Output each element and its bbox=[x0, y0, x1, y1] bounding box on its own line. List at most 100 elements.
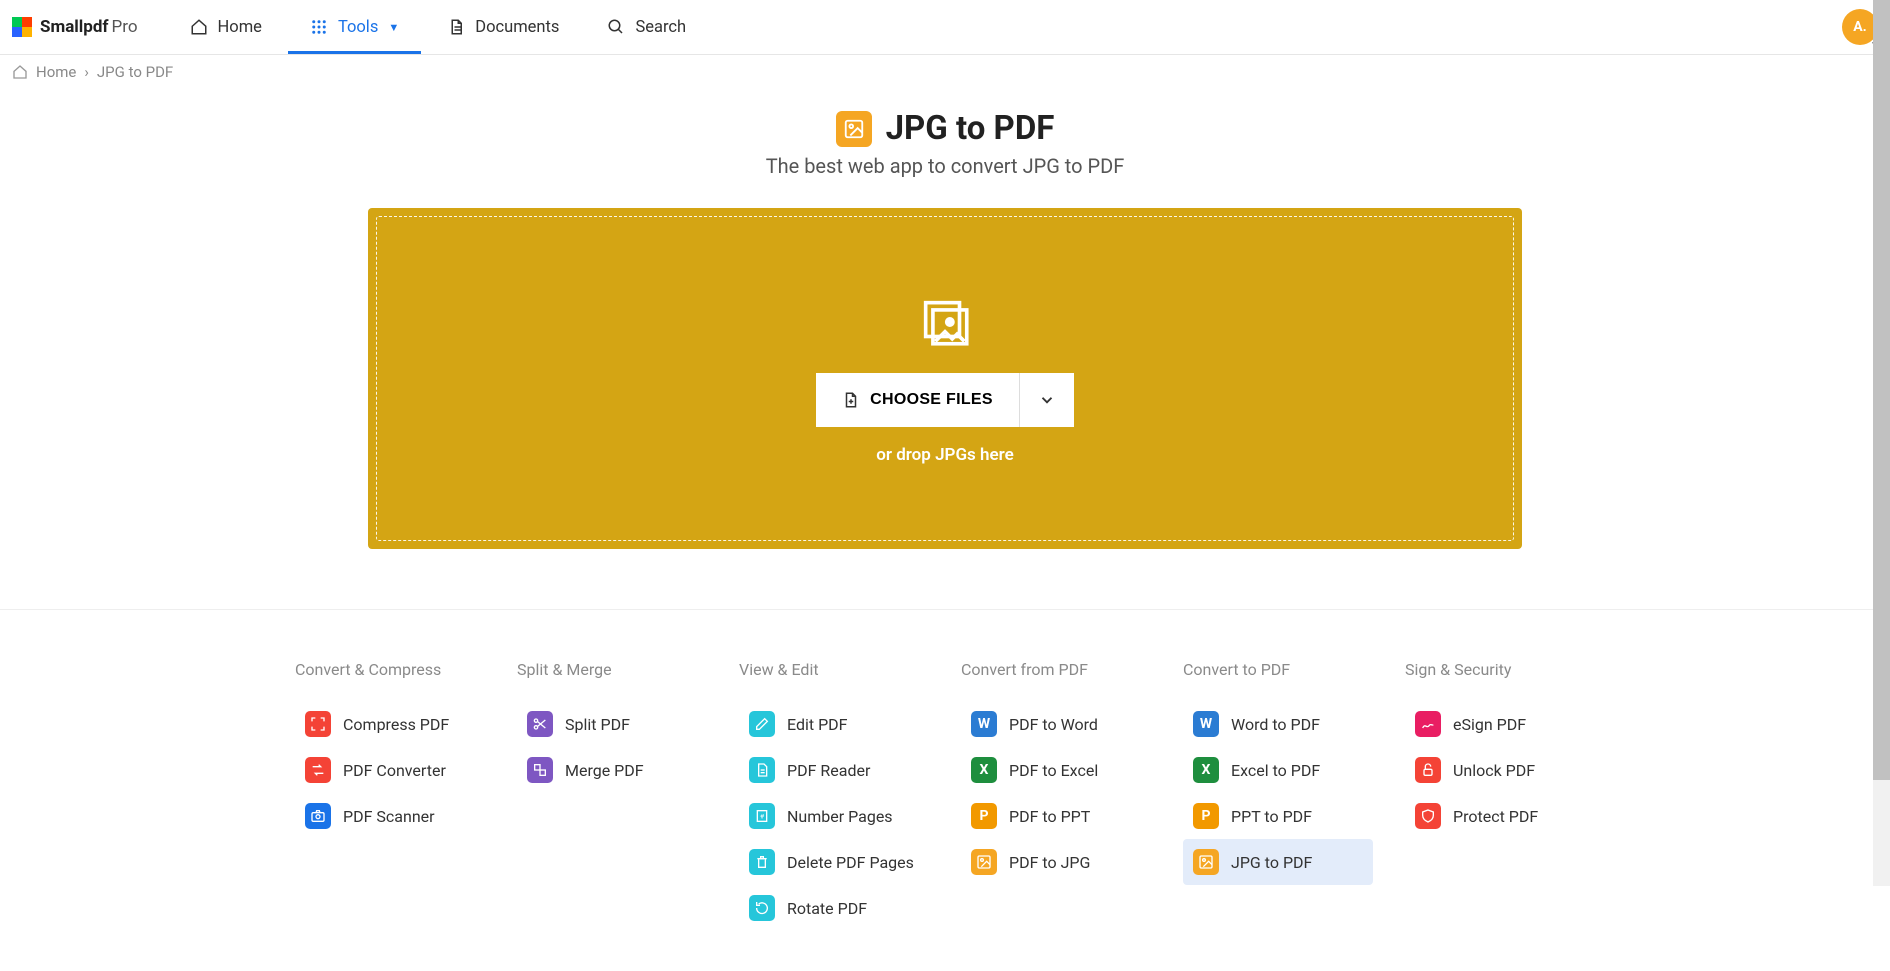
nav-tools-label: Tools bbox=[338, 18, 378, 37]
nav-documents[interactable]: Documents bbox=[423, 0, 583, 54]
tool-unlock-pdf[interactable]: Unlock PDF bbox=[1405, 747, 1595, 793]
tool-pdf-scanner[interactable]: PDF Scanner bbox=[295, 793, 485, 839]
brand-text: SmallpdfPro bbox=[40, 17, 138, 37]
breadcrumb: Home › JPG to PDF bbox=[0, 55, 1890, 89]
logo-icon bbox=[12, 17, 32, 37]
tools-column-sign-security: Sign & Security eSign PDF Unlock PDF Pro… bbox=[1405, 660, 1595, 931]
column-title: Split & Merge bbox=[517, 660, 707, 679]
file-plus-icon bbox=[842, 391, 860, 409]
tool-label: PDF Scanner bbox=[343, 807, 435, 826]
documents-icon bbox=[447, 18, 465, 36]
tool-label: PDF to Excel bbox=[1009, 761, 1098, 780]
tool-label: Split PDF bbox=[565, 715, 630, 734]
tools-grid: Convert & Compress Compress PDF PDF Conv… bbox=[255, 660, 1635, 931]
tool-esign-pdf[interactable]: eSign PDF bbox=[1405, 701, 1595, 747]
rotate-icon bbox=[749, 895, 775, 921]
primary-nav: Home Tools ▼ Documents Search bbox=[166, 0, 711, 54]
tool-compress-pdf[interactable]: Compress PDF bbox=[295, 701, 485, 747]
tool-pdf-reader[interactable]: PDF Reader bbox=[739, 747, 929, 793]
search-icon bbox=[607, 18, 625, 36]
nav-search-label: Search bbox=[635, 18, 686, 37]
breadcrumb-separator: › bbox=[84, 63, 89, 81]
tool-pdf-to-ppt[interactable]: P PDF to PPT bbox=[961, 793, 1151, 839]
choose-files-dropdown[interactable] bbox=[1020, 373, 1074, 427]
signature-icon bbox=[1415, 711, 1441, 737]
nav-home[interactable]: Home bbox=[166, 0, 286, 54]
column-title: Convert & Compress bbox=[295, 660, 485, 679]
chevron-down-icon bbox=[1038, 391, 1056, 409]
dropzone[interactable]: CHOOSE FILES or drop JPGs here bbox=[368, 208, 1522, 549]
tools-column-convert-from: Convert from PDF W PDF to Word X PDF to … bbox=[961, 660, 1151, 931]
tool-ppt-to-pdf[interactable]: P PPT to PDF bbox=[1183, 793, 1373, 839]
tools-column-view-edit: View & Edit Edit PDF PDF Reader # Number… bbox=[739, 660, 929, 931]
tool-pdf-converter[interactable]: PDF Converter bbox=[295, 747, 485, 793]
column-title: Sign & Security bbox=[1405, 660, 1595, 679]
nav-search[interactable]: Search bbox=[583, 0, 710, 54]
page-title-row: JPG to PDF bbox=[0, 109, 1890, 148]
number-icon: # bbox=[749, 803, 775, 829]
dropzone-inner: CHOOSE FILES or drop JPGs here bbox=[376, 216, 1514, 541]
tool-excel-to-pdf[interactable]: X Excel to PDF bbox=[1183, 747, 1373, 793]
word-icon: W bbox=[971, 711, 997, 737]
brand-name: Smallpdf bbox=[40, 17, 109, 37]
avatar-initials: A. bbox=[1853, 19, 1866, 35]
chevron-down-icon: ▼ bbox=[388, 21, 399, 34]
tools-column-split-merge: Split & Merge Split PDF Merge PDF bbox=[517, 660, 707, 931]
tool-label: Edit PDF bbox=[787, 715, 848, 734]
breadcrumb-home[interactable]: Home bbox=[36, 63, 76, 81]
tool-number-pages[interactable]: # Number Pages bbox=[739, 793, 929, 839]
choose-files-button[interactable]: CHOOSE FILES bbox=[816, 373, 1020, 427]
drop-hint: or drop JPGs here bbox=[876, 445, 1014, 465]
tool-label: PDF to PPT bbox=[1009, 807, 1090, 826]
tool-jpg-to-pdf[interactable]: JPG to PDF bbox=[1183, 839, 1373, 885]
column-title: Convert from PDF bbox=[961, 660, 1151, 679]
column-title: View & Edit bbox=[739, 660, 929, 679]
tool-label: Word to PDF bbox=[1231, 715, 1320, 734]
nav-documents-label: Documents bbox=[475, 18, 559, 37]
ppt-icon: P bbox=[971, 803, 997, 829]
images-stack-icon bbox=[916, 293, 974, 355]
page-title: JPG to PDF bbox=[886, 109, 1055, 148]
word-icon: W bbox=[1193, 711, 1219, 737]
tool-protect-pdf[interactable]: Protect PDF bbox=[1405, 793, 1595, 839]
tool-rotate-pdf[interactable]: Rotate PDF bbox=[739, 885, 929, 931]
scrollbar-thumb[interactable] bbox=[1873, 0, 1890, 780]
tool-pdf-to-excel[interactable]: X PDF to Excel bbox=[961, 747, 1151, 793]
tool-label: PDF to Word bbox=[1009, 715, 1098, 734]
tool-pdf-to-jpg[interactable]: PDF to JPG bbox=[961, 839, 1151, 885]
column-title: Convert to PDF bbox=[1183, 660, 1373, 679]
brand-tier: Pro bbox=[112, 17, 138, 37]
breadcrumb-current: JPG to PDF bbox=[97, 63, 173, 81]
tool-label: eSign PDF bbox=[1453, 715, 1526, 734]
tool-merge-pdf[interactable]: Merge PDF bbox=[517, 747, 707, 793]
tool-pdf-to-word[interactable]: W PDF to Word bbox=[961, 701, 1151, 747]
svg-text:#: # bbox=[760, 813, 765, 821]
tool-label: PDF Reader bbox=[787, 761, 870, 780]
merge-icon bbox=[527, 757, 553, 783]
excel-icon: X bbox=[1193, 757, 1219, 783]
tool-label: PDF Converter bbox=[343, 761, 446, 780]
home-icon bbox=[190, 18, 208, 36]
tool-word-to-pdf[interactable]: W Word to PDF bbox=[1183, 701, 1373, 747]
brand-logo[interactable]: SmallpdfPro bbox=[12, 17, 138, 37]
ppt-icon: P bbox=[1193, 803, 1219, 829]
unlock-icon bbox=[1415, 757, 1441, 783]
tool-label: Number Pages bbox=[787, 807, 893, 826]
tool-label: Compress PDF bbox=[343, 715, 449, 734]
camera-icon bbox=[305, 803, 331, 829]
home-icon bbox=[12, 64, 28, 80]
tool-label: PDF to JPG bbox=[1009, 853, 1090, 872]
tool-delete-pages[interactable]: Delete PDF Pages bbox=[739, 839, 929, 885]
tool-label: Merge PDF bbox=[565, 761, 644, 780]
scrollbar-track[interactable] bbox=[1873, 0, 1890, 886]
nav-tools[interactable]: Tools ▼ bbox=[286, 0, 423, 54]
image-icon bbox=[836, 111, 872, 147]
tool-label: Unlock PDF bbox=[1453, 761, 1535, 780]
excel-icon: X bbox=[971, 757, 997, 783]
tool-split-pdf[interactable]: Split PDF bbox=[517, 701, 707, 747]
scissors-icon bbox=[527, 711, 553, 737]
tools-column-convert-to: Convert to PDF W Word to PDF X Excel to … bbox=[1183, 660, 1373, 931]
tool-label: PPT to PDF bbox=[1231, 807, 1312, 826]
shield-icon bbox=[1415, 803, 1441, 829]
tool-edit-pdf[interactable]: Edit PDF bbox=[739, 701, 929, 747]
